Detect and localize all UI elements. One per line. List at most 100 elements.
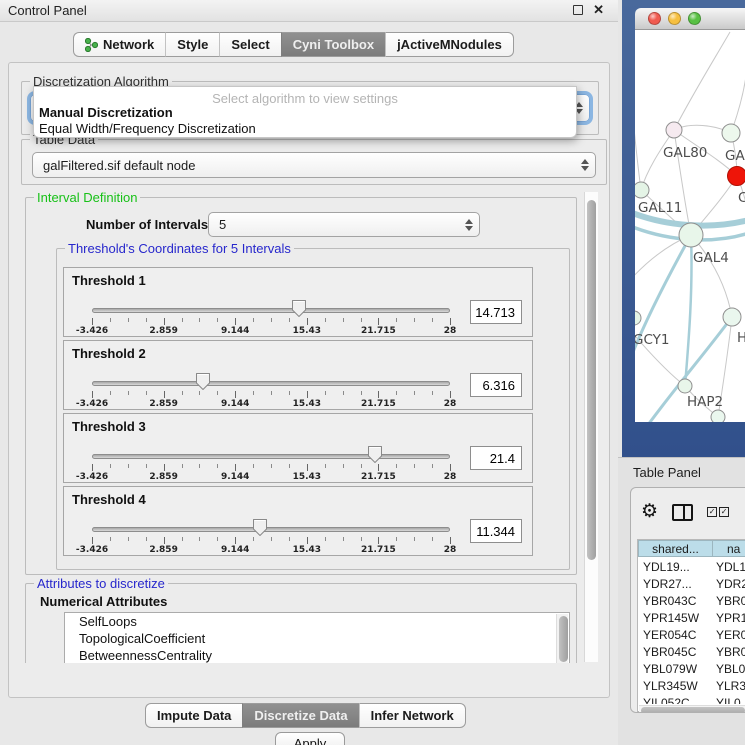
slider-tick — [307, 464, 308, 471]
settings-vertical-scrollbar[interactable] — [584, 192, 598, 662]
network-view-window: GAL80GACGAL11GAL4GCY1HHAP2 — [622, 0, 745, 457]
threshold-panel: Threshold 1-3.4262.8599.14415.4321.71528 — [63, 267, 533, 337]
network-edge[interactable] — [685, 235, 692, 386]
slider-tick — [235, 318, 236, 325]
slider-tick — [414, 391, 415, 395]
network-canvas[interactable]: GAL80GACGAL11GAL4GCY1HHAP2 — [635, 30, 745, 422]
slider-tick — [378, 318, 379, 325]
slider-tick-label: 2.859 — [149, 399, 177, 409]
table-row[interactable]: YER054CYER0 — [638, 626, 745, 643]
tab-style[interactable]: Style — [165, 32, 219, 57]
close-panel-button[interactable]: ✕ — [593, 3, 604, 17]
tab-infer-network[interactable]: Infer Network — [359, 703, 466, 728]
network-node[interactable] — [666, 122, 682, 138]
columns-icon[interactable] — [672, 504, 693, 521]
slider-thumb[interactable] — [367, 445, 383, 464]
tab-impute-data[interactable]: Impute Data — [145, 703, 242, 728]
slider-track[interactable] — [92, 308, 450, 313]
threshold-value-field[interactable] — [470, 519, 522, 543]
table-row[interactable]: YBL079WYBL0 — [638, 660, 745, 677]
slider-tick — [128, 537, 129, 541]
network-node[interactable] — [635, 311, 641, 325]
table-cell: YDR2 — [713, 577, 745, 591]
network-node[interactable] — [679, 223, 703, 247]
network-edge[interactable] — [691, 235, 732, 317]
network-node[interactable] — [635, 182, 649, 198]
numerical-attribute-item[interactable]: SelfLoops — [65, 613, 569, 630]
table-row[interactable]: YLR345WYLR3 — [638, 677, 745, 694]
control-panel-titlebar: Control Panel ✕ — [0, 0, 618, 22]
slider-tick — [110, 537, 111, 541]
slider-tick — [289, 318, 290, 322]
tab-jactivemnodules[interactable]: jActiveMNodules — [385, 32, 514, 57]
gear-icon[interactable]: ⚙ — [641, 502, 658, 522]
slider-thumb[interactable] — [252, 518, 268, 537]
attributes-list-scrollbar[interactable] — [556, 614, 568, 663]
table-row[interactable]: YBR045CYBR0 — [638, 643, 745, 660]
network-node[interactable] — [728, 167, 745, 186]
network-node-label: GAL4 — [693, 250, 729, 266]
table-row[interactable]: YBR043CYBR0 — [638, 592, 745, 609]
select-all-icons[interactable]: ✓ ✓ — [707, 507, 729, 517]
table-row[interactable]: YDL19...YDL1 — [638, 558, 745, 575]
slider-tick — [307, 391, 308, 398]
numerical-attribute-item[interactable]: BetweennessCentrality — [65, 647, 569, 663]
table-column-header[interactable]: shared... — [638, 540, 713, 557]
slider-track[interactable] — [92, 527, 450, 532]
network-node-label: GCY1 — [635, 332, 670, 348]
threshold-value-field[interactable] — [470, 446, 522, 470]
slider-tick — [182, 537, 183, 541]
table-panel-region: Table Panel ⚙ ✓ ✓ shared...na YDL19...YD… — [618, 457, 745, 745]
slider-thumb[interactable] — [195, 372, 211, 391]
table-cell: YIL0 — [713, 696, 745, 705]
algorithm-option[interactable]: Manual Discretization — [39, 105, 571, 120]
table-row[interactable]: YDR27...YDR2 — [638, 575, 745, 592]
slider-tick — [217, 537, 218, 541]
slider-tick-label: 15.43 — [293, 545, 321, 555]
slider-tick — [235, 537, 236, 544]
network-edge[interactable] — [635, 118, 641, 190]
slider-tick — [128, 464, 129, 468]
network-edge[interactable] — [674, 32, 730, 130]
network-edge[interactable] — [731, 68, 745, 133]
number-of-intervals-combobox[interactable]: 5 — [208, 212, 480, 237]
minimize-light[interactable] — [668, 12, 681, 25]
numerical-attribute-item[interactable]: TopologicalCoefficient — [65, 630, 569, 647]
algorithm-option[interactable]: Equal Width/Frequency Discretization — [39, 121, 571, 136]
slider-track[interactable] — [92, 381, 450, 386]
apply-button[interactable]: Apply — [275, 732, 345, 745]
attributes-group: Attributes to discretize Numerical Attri… — [25, 583, 577, 663]
network-node[interactable] — [723, 308, 741, 326]
float-window-button[interactable] — [573, 5, 583, 15]
slider-thumb[interactable] — [291, 299, 307, 318]
tab-label: Impute Data — [157, 708, 231, 723]
network-node[interactable] — [711, 410, 725, 422]
slider-tick-label: 9.144 — [221, 545, 249, 555]
slider-tick — [414, 537, 415, 541]
slider-tick — [164, 464, 165, 471]
table-cell: YIL052C — [638, 696, 713, 705]
zoom-light[interactable] — [688, 12, 701, 25]
network-node-label: GA — [725, 148, 745, 164]
threshold-value-field[interactable] — [470, 373, 522, 397]
table-horizontal-scrollbar[interactable] — [639, 705, 745, 713]
close-light[interactable] — [648, 12, 661, 25]
slider-track[interactable] — [92, 454, 450, 459]
tab-network[interactable]: Network — [73, 32, 165, 57]
thresholds-group: Threshold's Coordinates for 5 Intervals … — [56, 248, 570, 570]
tab-cyni-toolbox[interactable]: Cyni Toolbox — [281, 32, 385, 57]
slider-tick-label: 21.715 — [361, 326, 396, 336]
table-column-header[interactable]: na — [713, 540, 745, 557]
slider-tick — [432, 537, 433, 541]
table-row[interactable]: YIL052CYIL0 — [638, 694, 745, 704]
tab-discretize-data[interactable]: Discretize Data — [242, 703, 358, 728]
slider-tick — [307, 537, 308, 544]
slider-tick — [450, 537, 451, 544]
network-node-label: GAL80 — [663, 145, 707, 161]
network-node[interactable] — [678, 379, 692, 393]
table-data-combobox[interactable]: galFiltered.sif default node — [32, 152, 596, 178]
threshold-value-field[interactable] — [470, 300, 522, 324]
network-node[interactable] — [722, 124, 740, 142]
tab-select[interactable]: Select — [219, 32, 280, 57]
table-row[interactable]: YPR145WYPR1 — [638, 609, 745, 626]
